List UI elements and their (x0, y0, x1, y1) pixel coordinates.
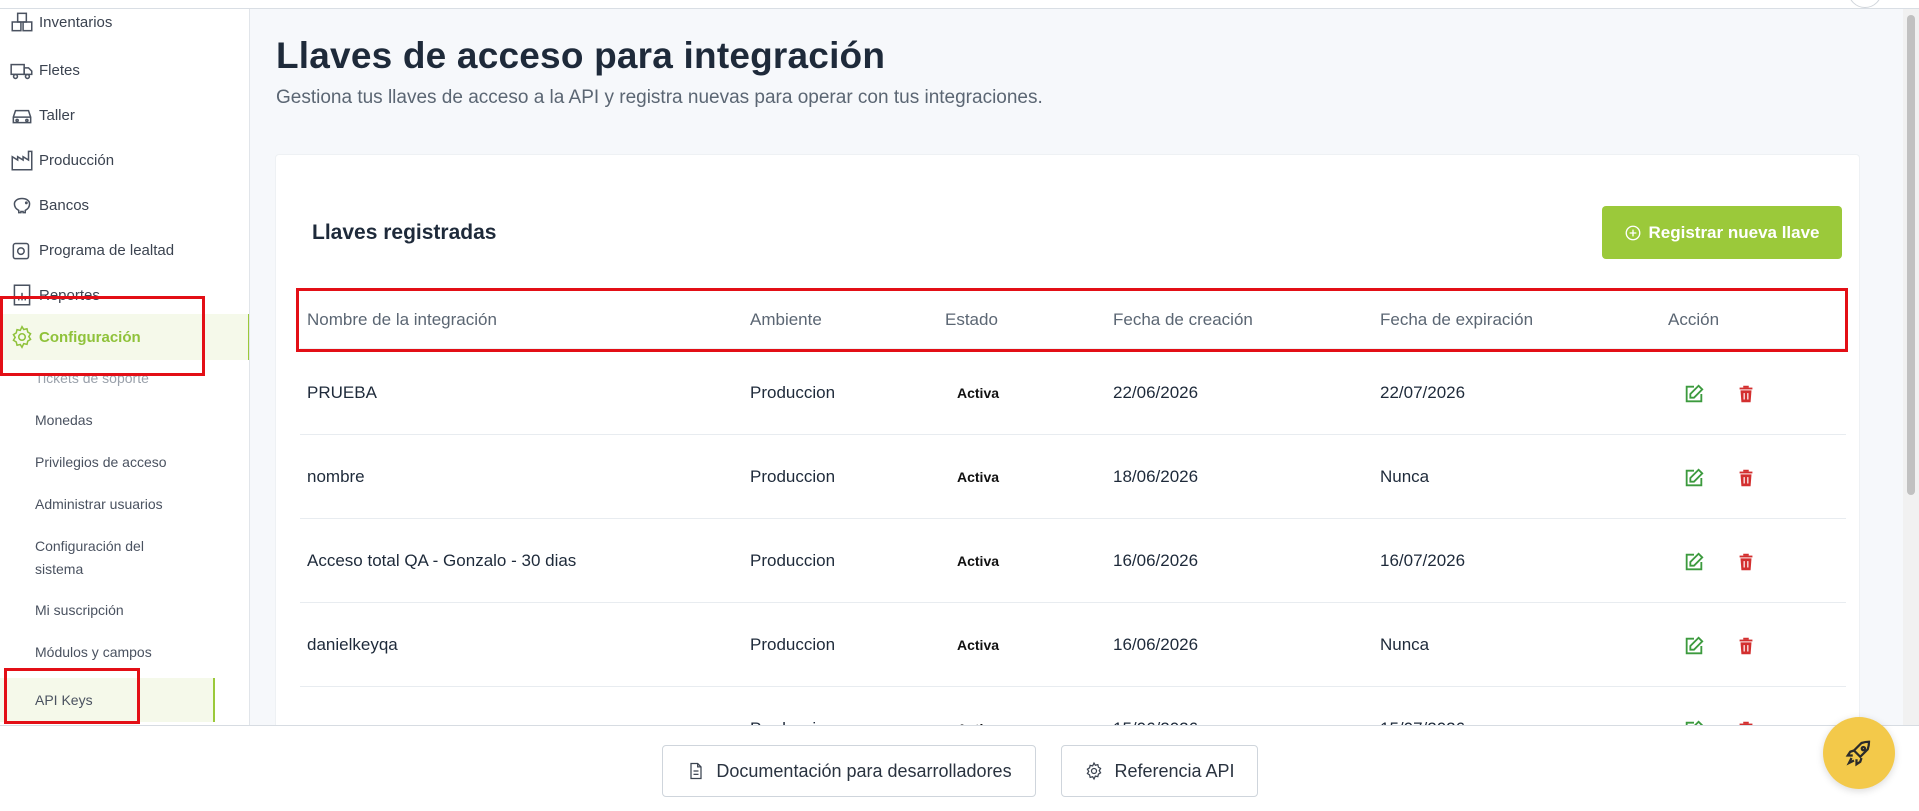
cell-name: nombre (307, 467, 365, 486)
cell-env: Produccion (750, 383, 836, 402)
cell-name: Acceso total QA - Gonzalo - 30 dias (307, 551, 577, 570)
cell-created: 16/06/2026 (1113, 551, 1199, 570)
report-icon (8, 281, 36, 309)
cell-expires: Nunca (1380, 467, 1430, 486)
sidebar-subitem-monedas[interactable]: Monedas (35, 409, 249, 432)
bottom-bar: Documentación para desarrolladores Refer… (0, 725, 1919, 811)
sidebar-subitem-suscripcion[interactable]: Mi suscripción (35, 599, 249, 622)
delete-icon[interactable] (1734, 466, 1758, 490)
column-header-accion: Acción (1668, 310, 1720, 329)
gear-icon (8, 323, 36, 351)
sidebar-item-produccion[interactable]: Producción (0, 140, 249, 180)
cell-env: Produccion (750, 551, 836, 570)
table-row: PRUEBA Produccion Activa 22/06/2026 22/0… (300, 351, 1846, 435)
sidebar-subitem-api-keys[interactable]: API Keys (0, 678, 215, 722)
truck-icon (8, 56, 36, 84)
sidebar-item-inventarios[interactable]: Inventarios (0, 9, 249, 36)
gear-icon (1087, 761, 1102, 781)
page-title: Llaves de acceso para integración (276, 35, 886, 76)
sidebar-subitem-config-sistema[interactable]: Configuración del sistema (35, 535, 170, 581)
sidebar-item-fletes[interactable]: Fletes (0, 50, 249, 90)
table-row: danielkeyqa Produccion Activa 16/06/2026… (300, 603, 1846, 687)
sidebar-item-label: Inventarios (39, 13, 113, 31)
status-badge: Activa (957, 385, 1000, 401)
register-new-key-label: Registrar nueva llave (1648, 222, 1820, 242)
sidebar-subitem-modulos[interactable]: Módulos y campos (35, 641, 249, 664)
sidebar-subitem-usuarios[interactable]: Administrar usuarios (35, 493, 249, 516)
sidebar-item-configuracion[interactable]: Configuración (0, 314, 249, 360)
table-row: Acceso total QA - Gonzalo - 30 dias Prod… (300, 519, 1846, 603)
cell-expires: Nunca (1380, 635, 1430, 654)
cell-created: 16/06/2026 (1113, 635, 1199, 654)
sidebar-item-label: Bancos (39, 196, 90, 214)
cell-name: danielkeyqa (307, 635, 398, 654)
api-keys-card: Llaves registradas Registrar nueva llave… (275, 154, 1860, 734)
register-new-key-button[interactable]: Registrar nueva llave (1602, 206, 1842, 259)
api-reference-label: Referencia API (1114, 760, 1235, 781)
table-row: nombre Produccion Activa 18/06/2026 Nunc… (300, 435, 1846, 519)
scrollbar-thumb[interactable] (1907, 15, 1915, 495)
table-header: Nombre de la integración Ambiente Estado… (300, 291, 1846, 349)
sidebar-subitem-privilegios[interactable]: Privilegios de acceso (35, 451, 249, 474)
cell-created: 22/06/2026 (1113, 383, 1199, 402)
delete-icon[interactable] (1734, 634, 1758, 658)
plus-circle-icon (1626, 225, 1641, 240)
sidebar-item-label: Configuración (39, 328, 141, 346)
sidebar-item-label: Programa de lealtad (39, 241, 175, 259)
cell-env: Produccion (750, 635, 836, 654)
status-badge: Activa (957, 469, 1000, 485)
boxes-icon (8, 9, 36, 36)
top-bar (0, 0, 1919, 9)
edit-icon[interactable] (1682, 634, 1706, 658)
column-header-nombre: Nombre de la integración (307, 310, 497, 329)
sidebar-item-reportes[interactable]: Reportes (0, 275, 249, 315)
sidebar-item-label: Producción (39, 151, 115, 169)
developer-docs-button[interactable]: Documentación para desarrolladores (662, 745, 1036, 797)
sidebar-item-bancos[interactable]: Bancos (0, 185, 249, 225)
sidebar-item-programa-lealtad[interactable]: Programa de lealtad (0, 230, 249, 270)
cell-expires: 22/07/2026 (1380, 383, 1466, 402)
sidebar-item-label: Fletes (39, 61, 80, 79)
status-badge: Activa (957, 637, 1000, 653)
cell-expires: 16/07/2026 (1380, 551, 1466, 570)
document-icon (690, 762, 703, 780)
delete-icon[interactable] (1734, 382, 1758, 406)
column-header-fecha-creacion: Fecha de creación (1113, 310, 1253, 329)
status-badge: Activa (957, 553, 1000, 569)
page-scrollbar[interactable] (1903, 9, 1919, 725)
sidebar-item-taller[interactable]: Taller (0, 95, 249, 135)
edit-icon[interactable] (1682, 382, 1706, 406)
rocket-fab-button[interactable] (1823, 717, 1895, 789)
sidebar-subitem-tickets[interactable]: Tickets de soporte (35, 367, 249, 390)
delete-icon[interactable] (1734, 550, 1758, 574)
card-title: Llaves registradas (312, 221, 497, 244)
cell-env: Produccion (750, 467, 836, 486)
column-header-estado: Estado (945, 310, 998, 329)
column-header-fecha-expiracion: Fecha de expiración (1380, 310, 1534, 329)
car-icon (8, 101, 36, 129)
loyalty-icon (8, 236, 36, 264)
rocket-icon (1845, 740, 1871, 767)
sidebar: Inventarios Fletes Taller Producción Ban… (0, 9, 250, 725)
developer-docs-label: Documentación para desarrolladores (716, 760, 1012, 781)
cell-name: PRUEBA (307, 383, 377, 402)
cell-created: 18/06/2026 (1113, 467, 1199, 486)
edit-icon[interactable] (1682, 550, 1706, 574)
column-header-ambiente: Ambiente (750, 310, 822, 329)
factory-icon (8, 146, 36, 174)
sidebar-item-label: Reportes (39, 286, 100, 304)
sidebar-item-label: Taller (39, 106, 75, 124)
piggy-bank-icon (8, 191, 36, 219)
edit-icon[interactable] (1682, 466, 1706, 490)
page-subtitle: Gestiona tus llaves de acceso a la API y… (276, 87, 1043, 108)
api-reference-button[interactable]: Referencia API (1061, 745, 1258, 797)
